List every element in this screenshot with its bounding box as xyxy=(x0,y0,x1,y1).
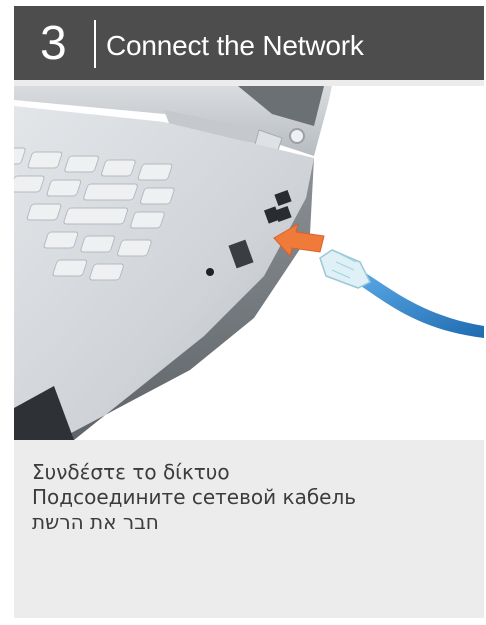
laptop-network-illustration xyxy=(14,86,484,440)
instruction-panel: 3 Connect the Network Συνδέστε το δίκτυο… xyxy=(14,6,484,618)
header-divider xyxy=(94,20,96,68)
step-header: 3 Connect the Network xyxy=(14,6,484,80)
caption-russian: Подсоедините сетевой кабель xyxy=(32,485,357,509)
step-title: Connect the Network xyxy=(106,30,364,61)
ethernet-cable xyxy=(319,249,484,338)
caption-list: Συνδέστε το δίκτυο Подсоедините сетевой … xyxy=(32,460,472,535)
caption-greek: Συνδέστε το δίκτυο xyxy=(32,460,230,484)
step-number: 3 xyxy=(40,17,67,70)
caption-hebrew: חבר את הרשת xyxy=(32,510,159,534)
